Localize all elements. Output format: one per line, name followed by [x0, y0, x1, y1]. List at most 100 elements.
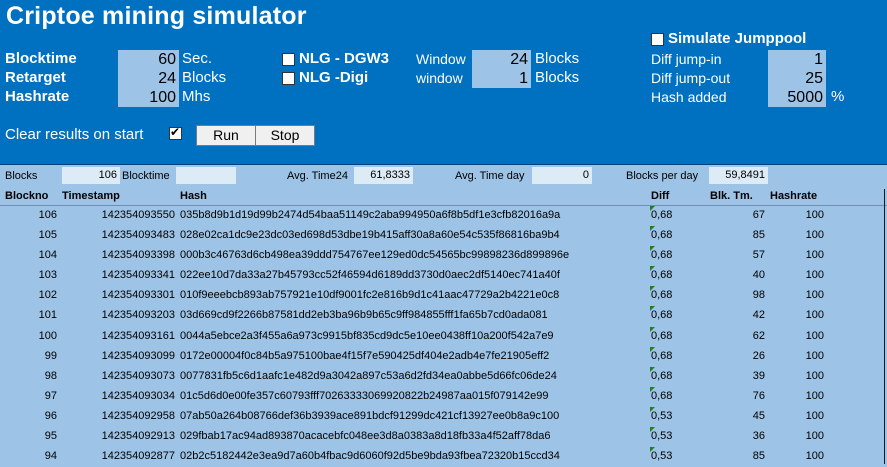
clear-results-label: Clear results on start: [5, 126, 144, 143]
cell-blockno: 98: [44, 369, 57, 382]
table-row[interactable]: 103 142354093341 022ee10d7da33a27b45793cc5…: [0, 266, 887, 286]
cell-hash: 07ab50a264b08766def36b3939ace891bdcf9129…: [180, 409, 560, 422]
cell-blockno: 95: [44, 430, 57, 443]
cell-hash: 03d669cd9f2266b87581dd2eb3ba96b9b65c9ff9…: [180, 309, 548, 322]
table-row[interactable]: 104 142354093398 000b3c46763d6cb498ea39ddd…: [0, 246, 887, 266]
cell-hashrate: 100: [805, 269, 824, 282]
jump-in-input[interactable]: 1: [768, 50, 826, 69]
cell-comment-marker: [650, 286, 655, 292]
cell-timestamp: 142354093099: [101, 349, 175, 362]
cell-blk-tm: 26: [752, 349, 765, 362]
retarget-unit: Blocks: [182, 69, 227, 86]
settings-panel: Criptoe mining simulator Blocktime 60 Se…: [0, 0, 887, 165]
cell-blk-tm: 42: [752, 309, 765, 322]
table-row[interactable]: 95 142354092913 029fbab17ac94ad893870acace…: [0, 427, 887, 447]
cell-hash: 010f9eeebcb893ab757921e10df9001fc2e816b9…: [180, 289, 560, 302]
digi-window-unit: Blocks: [535, 69, 580, 86]
cell-hash: 000b3c46763d6cb498ea39ddd754767ee129ed0d…: [180, 249, 570, 262]
retarget-input[interactable]: 24: [118, 69, 179, 88]
cell-timestamp: 142354093483: [101, 229, 175, 242]
jump-in-label: Diff jump-in: [651, 51, 722, 67]
cell-comment-marker: [650, 346, 655, 352]
table-row[interactable]: 101 142354093203 03d669cd9f2266b87581dd2eb…: [0, 306, 887, 326]
cell-timestamp: 142354093398: [101, 249, 175, 262]
dgw3-checkbox[interactable]: [282, 53, 295, 66]
cell-timestamp: 142354092913: [101, 430, 175, 443]
cell-hash: 0172e00004f0c84b5a975100bae4f15f7e590425…: [180, 349, 550, 362]
avg-time-day-value: 0: [532, 167, 592, 184]
jump-out-input[interactable]: 25: [768, 69, 826, 88]
table-row[interactable]: 98 142354093073 0077831fb5c6d1aafc1e482d9a…: [0, 366, 887, 387]
table-row[interactable]: 100 142354093161 0044a5ebce2a3f455a6a973c9…: [0, 326, 887, 347]
cell-blockno: 105: [38, 229, 57, 242]
cell-hash: 029fbab17ac94ad893870acacebfc048ee3d8a03…: [180, 430, 551, 443]
cell-timestamp: 142354093341: [101, 269, 175, 282]
cell-comment-marker: [650, 406, 655, 412]
blocks-per-day-label: Blocks per day: [626, 170, 699, 182]
blocktime-unit: Sec.: [182, 50, 213, 67]
cell-comment-marker: [650, 306, 655, 312]
cell-comment-marker: [650, 366, 655, 372]
table-row[interactable]: 106 142354093550 035b8d9b1d19d99b2474d54ba…: [0, 206, 887, 226]
jumppool-label: Simulate Jumppool: [668, 30, 807, 47]
cell-hashrate: 100: [805, 309, 824, 322]
cell-timestamp: 142354093161: [101, 329, 175, 342]
cell-blk-tm: 62: [752, 329, 765, 342]
jumppool-checkbox[interactable]: [651, 33, 664, 46]
cell-hash: 0044a5ebce2a3f455a6a973c9915bf835cd9dc5e…: [180, 329, 554, 342]
table-row[interactable]: 96 142354092958 07ab50a264b08766def36b3939…: [0, 406, 887, 427]
cell-hashrate: 100: [805, 450, 824, 463]
cell-comment-marker: [650, 206, 655, 211]
cell-hash: 035b8d9b1d19d99b2474d54baa51149c2aba9949…: [180, 209, 561, 221]
digi-window-input[interactable]: 1: [472, 69, 531, 88]
hash-added-input[interactable]: 5000: [768, 88, 826, 107]
cell-blockno: 100: [38, 329, 57, 342]
cell-hash: 022ee10d7da33a27b45793cc52f46594d6189dd3…: [180, 269, 560, 282]
cell-hashrate: 100: [805, 289, 824, 302]
digi-checkbox[interactable]: [282, 72, 295, 85]
cell-hash: 01c5d6d0e00fe357c60793fff702633330699208…: [180, 389, 549, 402]
hash-added-label: Hash added: [651, 89, 727, 105]
blocks-count-value: 106: [62, 167, 120, 184]
cell-hashrate: 100: [805, 389, 824, 402]
table-row[interactable]: 105 142354093483 028e02ca1dc9e23dc03ed698d…: [0, 226, 887, 246]
cell-comment-marker: [650, 386, 655, 392]
clear-results-checkbox[interactable]: [169, 125, 182, 140]
cell-hashrate: 100: [805, 249, 824, 262]
col-timestamp: Timestamp: [62, 190, 120, 202]
cell-blockno: 99: [44, 349, 57, 362]
cell-blockno: 101: [38, 309, 57, 322]
retarget-label: Retarget: [5, 69, 66, 86]
dgw3-window-label: Window: [416, 51, 466, 67]
cell-blockno: 94: [44, 450, 57, 463]
col-hash: Hash: [180, 190, 207, 202]
cell-hashrate: 100: [805, 349, 824, 362]
table-row[interactable]: 102 142354093301 010f9eeebcb893ab757921e10…: [0, 286, 887, 306]
cell-blk-tm: 85: [752, 229, 765, 242]
cell-hashrate: 100: [805, 209, 824, 221]
cell-blk-tm: 85: [752, 450, 765, 463]
col-diff: Diff: [651, 190, 670, 202]
cell-blk-tm: 39: [752, 369, 765, 382]
hashrate-unit: Mhs: [182, 88, 211, 105]
stop-button[interactable]: Stop: [255, 125, 315, 146]
cell-blockno: 106: [38, 209, 57, 221]
blocktime-input[interactable]: 60: [118, 50, 179, 69]
avg-time-day-label: Avg. Time day: [455, 170, 525, 182]
hashrate-input[interactable]: 100: [118, 88, 179, 107]
col-blk-tm: Blk. Tm.: [710, 190, 753, 202]
cell-blockno: 102: [38, 289, 57, 302]
cell-hashrate: 100: [805, 369, 824, 382]
page-title: Criptoe mining simulator: [6, 2, 307, 30]
dgw3-window-input[interactable]: 24: [472, 50, 531, 69]
table-row[interactable]: 94 142354092877 02b2c5182442e3ea9d7a60b4fb…: [0, 447, 887, 467]
cell-blk-tm: 40: [752, 269, 765, 282]
cell-blk-tm: 67: [752, 209, 765, 221]
cell-hash: 028e02ca1dc9e23dc03ed698d53dbe19b415aff3…: [180, 229, 560, 242]
run-button[interactable]: Run: [196, 125, 256, 146]
table-row[interactable]: 99 142354093099 0172e00004f0c84b5a975100ba…: [0, 346, 887, 367]
table-row[interactable]: 97 142354093034 01c5d6d0e00fe357c60793fff7…: [0, 386, 887, 407]
cell-hashrate: 100: [805, 229, 824, 242]
hashrate-label: Hashrate: [5, 88, 70, 105]
cell-blockno: 103: [38, 269, 57, 282]
